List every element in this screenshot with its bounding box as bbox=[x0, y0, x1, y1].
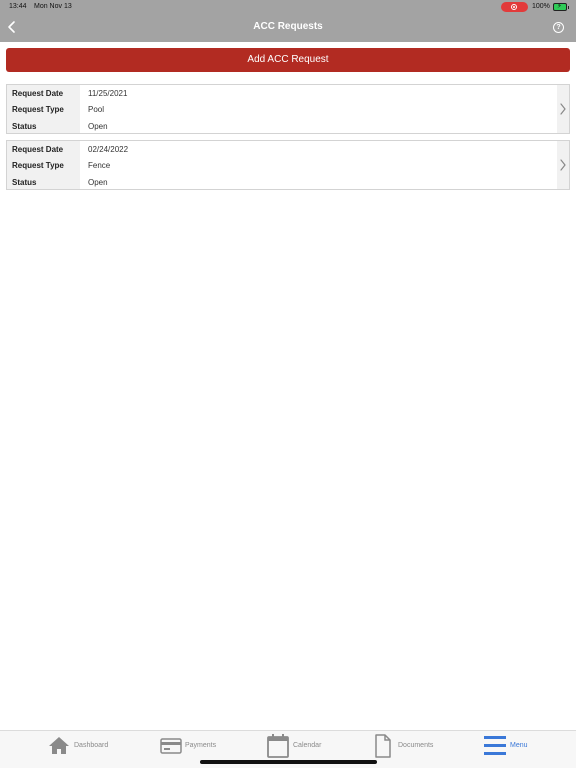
tab-label: Menu bbox=[510, 742, 528, 749]
tab-dashboard[interactable]: Dashboard bbox=[48, 731, 118, 761]
request-type-value: Fence bbox=[88, 161, 111, 170]
status-value: Open bbox=[88, 122, 108, 131]
tab-menu[interactable]: Menu bbox=[483, 731, 543, 761]
menu-icon bbox=[484, 736, 506, 755]
request-card[interactable]: Request Date 11/25/2021 Request Type Poo… bbox=[6, 84, 570, 134]
home-icon bbox=[49, 737, 69, 754]
status-date: Mon Nov 13 bbox=[34, 3, 72, 10]
status-label: Status bbox=[12, 122, 37, 131]
status-value: Open bbox=[88, 178, 108, 187]
request-type-value: Pool bbox=[88, 105, 105, 114]
tab-label: Calendar bbox=[293, 742, 322, 749]
status-time: 13:44 bbox=[9, 3, 27, 10]
status-label: Status bbox=[12, 178, 37, 187]
request-type-label: Request Type bbox=[12, 161, 64, 170]
screen-recording-icon[interactable] bbox=[501, 2, 528, 12]
tab-label: Documents bbox=[398, 742, 434, 749]
chevron-right-icon bbox=[560, 103, 566, 115]
request-date-value: 02/24/2022 bbox=[88, 145, 129, 154]
tab-label: Payments bbox=[185, 742, 217, 749]
battery-percent: 100% bbox=[532, 3, 550, 10]
help-button[interactable]: ? bbox=[553, 22, 564, 33]
tab-calendar[interactable]: Calendar bbox=[267, 731, 337, 761]
request-date-label: Request Date bbox=[12, 89, 64, 98]
document-icon bbox=[375, 734, 391, 758]
tab-payments[interactable]: Payments bbox=[160, 731, 230, 761]
chevron-right-icon bbox=[560, 159, 566, 171]
page-title: ACC Requests bbox=[253, 21, 323, 32]
screen: 13:44 Mon Nov 13 100% ⚡ ACC Requests ? A… bbox=[0, 0, 576, 768]
calendar-icon bbox=[267, 734, 289, 758]
request-date-label: Request Date bbox=[12, 145, 64, 154]
home-indicator[interactable] bbox=[200, 760, 377, 764]
request-date-value: 11/25/2021 bbox=[88, 89, 128, 98]
credit-card-icon bbox=[160, 738, 182, 754]
nav-header: 13:44 Mon Nov 13 100% ⚡ ACC Requests ? bbox=[0, 0, 576, 42]
tab-label: Dashboard bbox=[74, 742, 109, 749]
request-card[interactable]: Request Date 02/24/2022 Request Type Fen… bbox=[6, 140, 570, 190]
request-type-label: Request Type bbox=[12, 105, 64, 114]
status-bar: 13:44 Mon Nov 13 100% ⚡ bbox=[0, 0, 576, 14]
battery-icon: ⚡ bbox=[553, 3, 569, 11]
add-acc-request-button[interactable]: Add ACC Request bbox=[6, 48, 570, 72]
tab-documents[interactable]: Documents bbox=[374, 731, 444, 761]
